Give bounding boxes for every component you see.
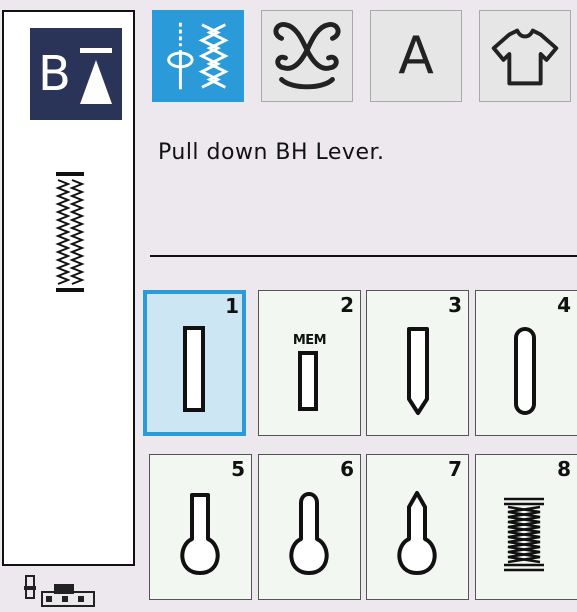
keyhole-tapered-buttonhole-icon <box>397 491 437 575</box>
presser-foot-icon <box>24 575 95 607</box>
stitch-button-2[interactable]: 2 MEM <box>258 290 361 436</box>
stitch-button-7[interactable]: 7 <box>366 454 469 600</box>
square-buttonhole-icon <box>183 326 205 412</box>
svg-text:B: B <box>38 46 71 102</box>
tab-decorative-stitches[interactable] <box>261 10 353 102</box>
buttonhole-preview-icon <box>55 172 85 292</box>
keyhole-rounded-buttonhole-icon <box>289 492 329 575</box>
stitch-button-8[interactable]: 8 <box>475 454 577 600</box>
stitch-preview-panel: B <box>2 10 135 566</box>
decorative-stitch-icon <box>273 22 341 90</box>
stitch-button-1[interactable]: 1 <box>143 290 246 436</box>
rounded-buttonhole-icon <box>514 327 536 415</box>
buttonhole-foot-button[interactable]: B <box>30 28 122 120</box>
small-square-buttonhole-icon <box>298 351 318 411</box>
keyhole-square-buttonhole-icon <box>180 493 220 575</box>
stitch-button-6[interactable]: 6 <box>258 454 361 600</box>
status-message: Pull down BH Lever. <box>158 140 385 165</box>
stitch-button-3[interactable]: 3 <box>366 290 469 436</box>
tab-garment-stitches[interactable] <box>479 10 571 102</box>
letter-A-icon: A <box>398 26 434 86</box>
tab-utility-stitches[interactable] <box>152 10 244 102</box>
divider <box>150 255 577 257</box>
tab-character-stitches[interactable]: A <box>370 10 462 102</box>
buttonhole-foot-up-arrow-icon: B <box>38 46 112 104</box>
stitch-button-5[interactable]: 5 <box>149 454 252 600</box>
tapered-buttonhole-icon <box>407 327 429 415</box>
zigzag-bartack-buttonhole-icon <box>504 497 544 572</box>
utility-stitch-icon <box>167 22 229 90</box>
stitch-button-4[interactable]: 4 <box>475 290 577 436</box>
shirt-icon <box>491 28 559 86</box>
